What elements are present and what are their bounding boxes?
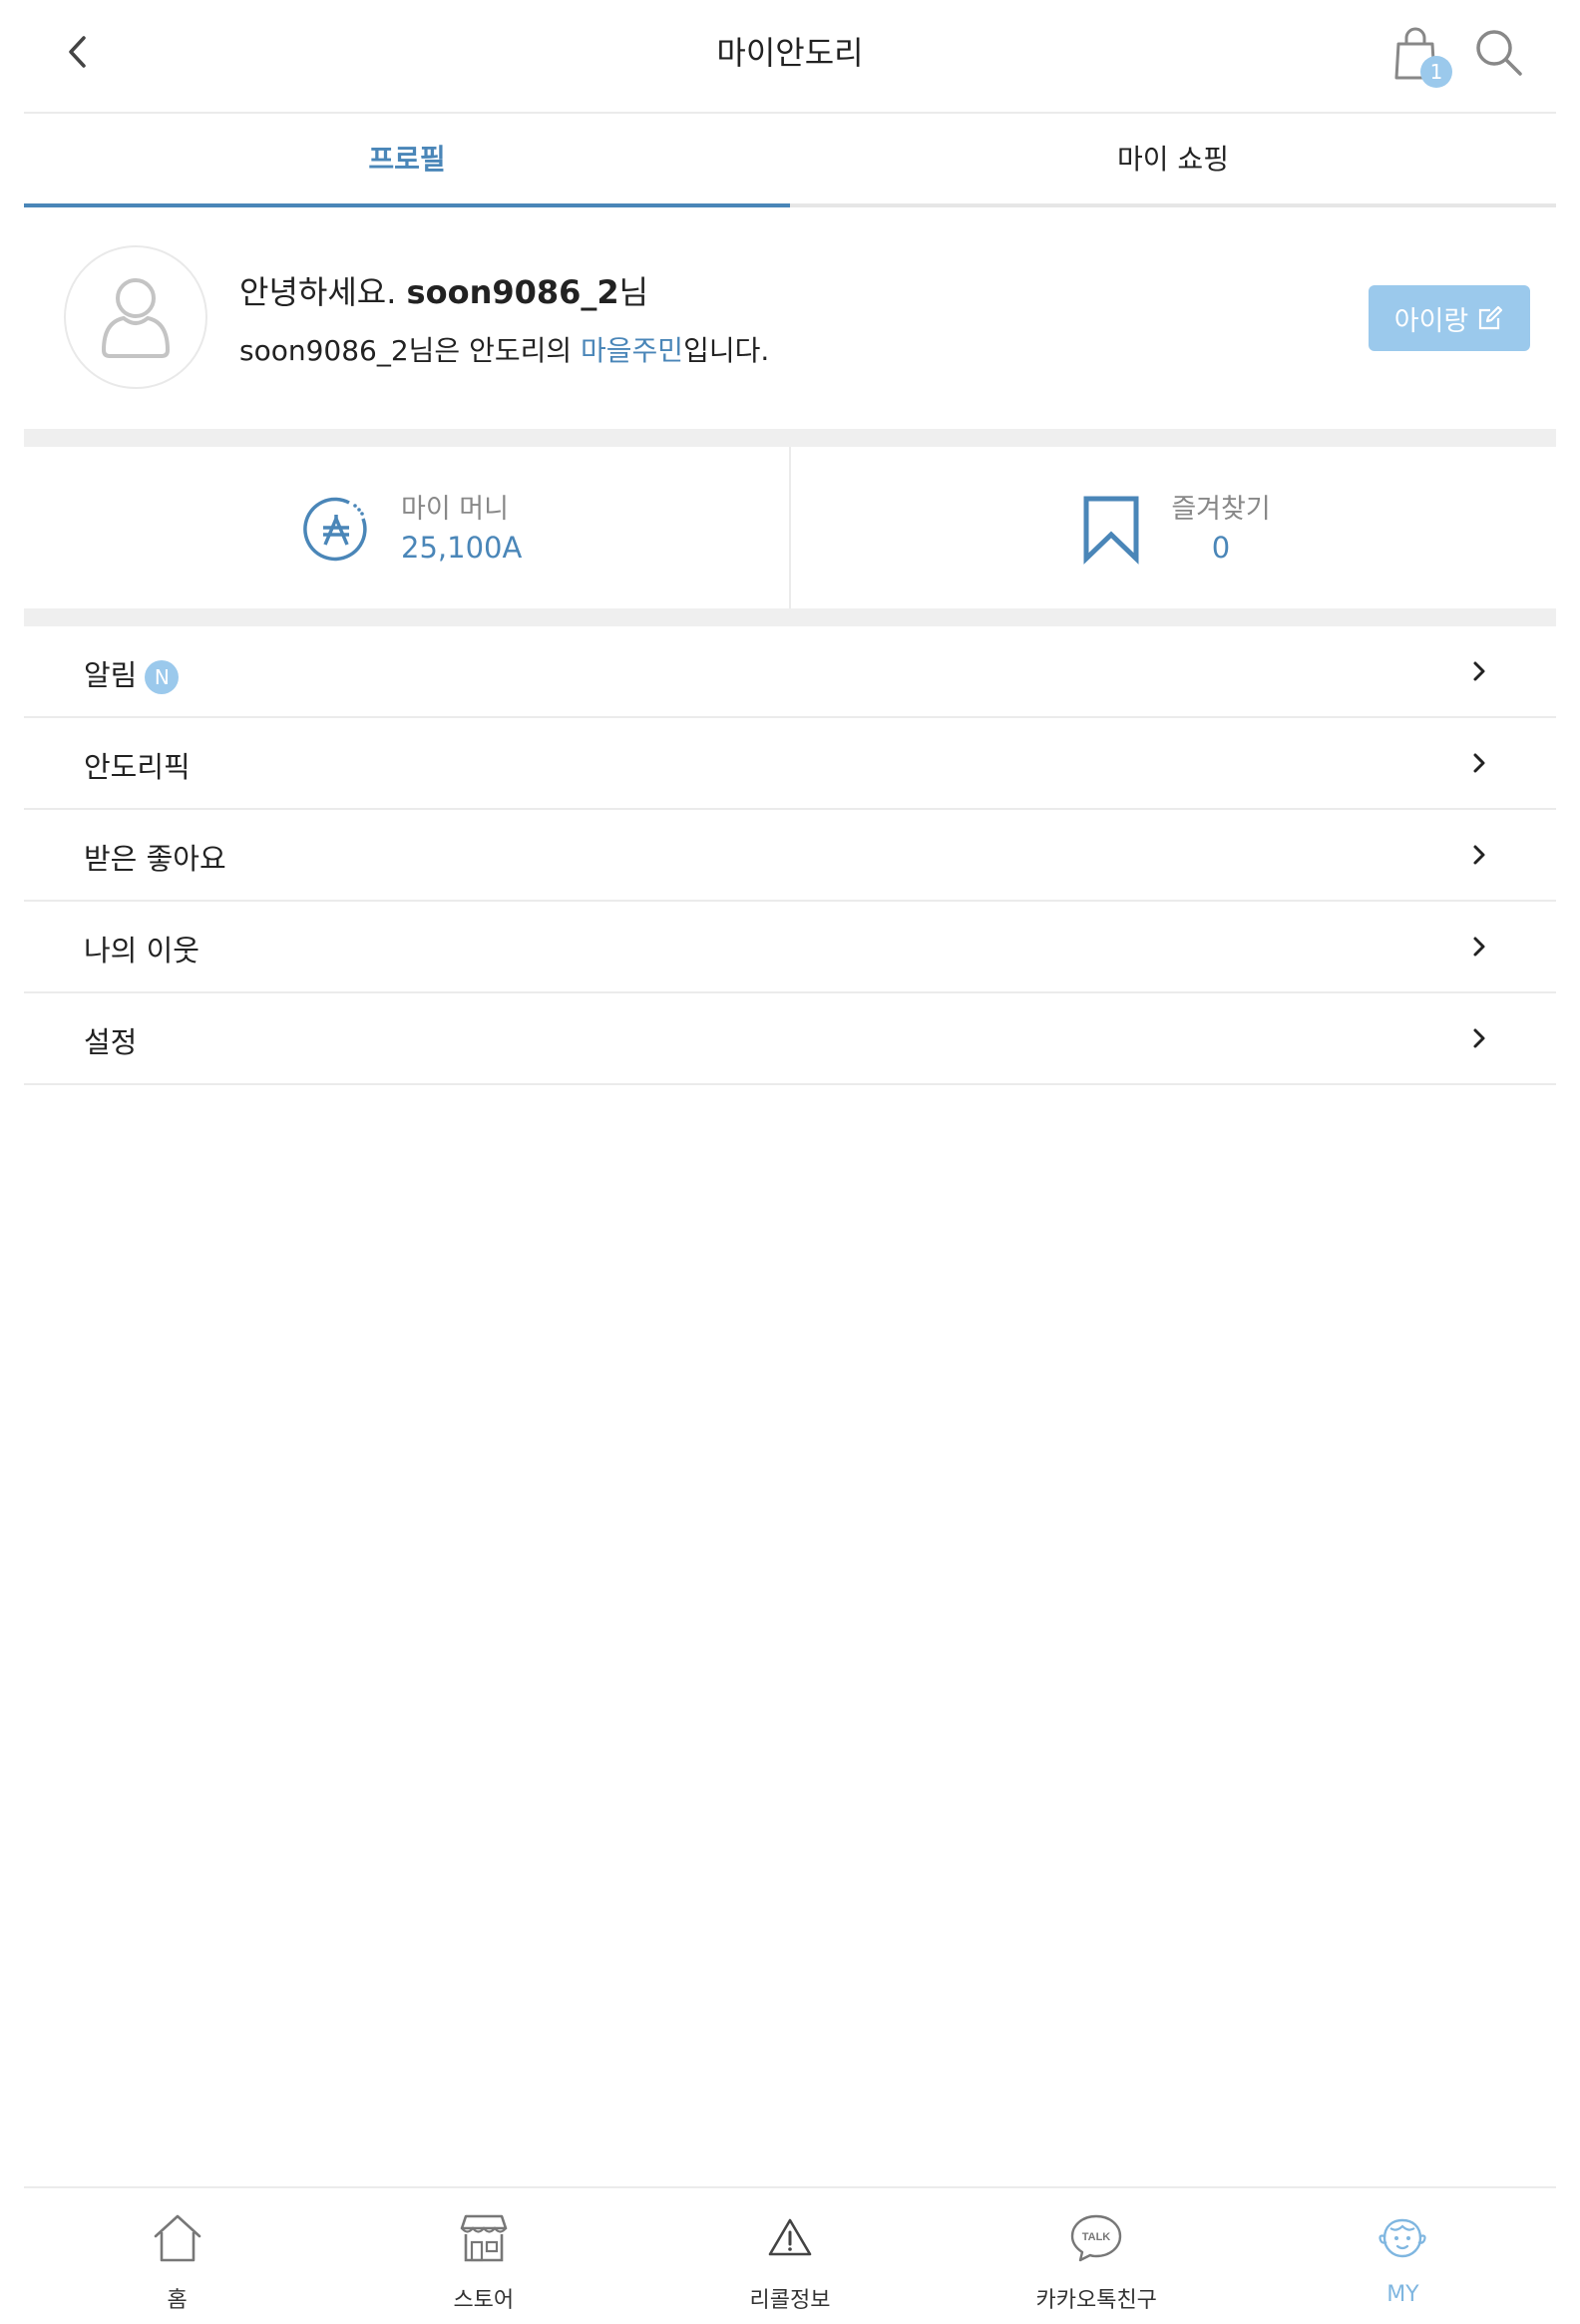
menu-item-received-likes[interactable]: 받은 좋아요 bbox=[24, 810, 1556, 902]
nav-label: 홈 bbox=[167, 2288, 188, 2313]
menu-item-notifications[interactable]: 알림 N bbox=[24, 626, 1556, 718]
menu-item-label: 받은 좋아요 bbox=[84, 842, 226, 876]
nav-home[interactable]: 홈 bbox=[24, 2188, 330, 2324]
store-icon bbox=[460, 2214, 508, 2262]
favorites-label: 즐겨찾기 bbox=[1171, 494, 1271, 525]
top-bar: 마이안도리 1 bbox=[24, 0, 1556, 114]
membership-level: 마을주민 bbox=[581, 334, 684, 367]
menu-item-andori-pick[interactable]: 안도리픽 bbox=[24, 718, 1556, 810]
avatar bbox=[64, 245, 207, 389]
menu-item-label: 나의 이웃 bbox=[84, 934, 199, 968]
menu-item-my-neighbors[interactable]: 나의 이웃 bbox=[24, 902, 1556, 993]
notifications-label: 알림 bbox=[84, 658, 138, 692]
home-icon bbox=[154, 2214, 200, 2262]
section-divider bbox=[24, 608, 1556, 626]
menu-item-settings[interactable]: 설정 bbox=[24, 993, 1556, 1085]
money-value: 25,100A bbox=[401, 531, 523, 565]
app-frame: 마이안도리 1 프로필 마이 쇼핑 안녕하세요. soon9086_2님 soo… bbox=[24, 0, 1556, 2324]
bottom-nav: 홈 스토어 리콜정보 TALK 카카오톡친구 MY bbox=[24, 2186, 1556, 2324]
membership-text: soon9086_2님은 안도리의 마을주민입니다. bbox=[239, 329, 769, 369]
edit-icon bbox=[1479, 305, 1503, 330]
menu-list: 알림 N 안도리픽 받은 좋아요 나의 이웃 설정 bbox=[24, 626, 1556, 1085]
chevron-right-icon bbox=[1473, 1028, 1485, 1048]
nav-label: 카카오톡친구 bbox=[1035, 2288, 1157, 2313]
menu-item-label: 설정 bbox=[84, 1025, 138, 1059]
chevron-right-icon bbox=[1473, 753, 1485, 773]
baby-face-icon bbox=[1379, 2218, 1426, 2258]
membership-prefix: soon9086_2님은 안도리의 bbox=[239, 334, 582, 367]
cart-button[interactable]: 1 bbox=[1390, 26, 1452, 90]
money-coin-icon bbox=[303, 497, 367, 562]
nav-recall-info[interactable]: 리콜정보 bbox=[636, 2188, 943, 2324]
new-badge: N bbox=[145, 660, 180, 694]
bookmark-icon bbox=[1083, 496, 1139, 565]
svg-text:TALK: TALK bbox=[1082, 2231, 1111, 2243]
search-icon bbox=[1476, 30, 1522, 76]
membership-suffix: 입니다. bbox=[683, 334, 770, 367]
tab-bar: 프로필 마이 쇼핑 bbox=[24, 116, 1556, 207]
menu-item-label: 알림 N bbox=[84, 652, 180, 694]
chevron-right-icon bbox=[1473, 937, 1485, 957]
edit-button-label: 아이랑 bbox=[1393, 305, 1469, 337]
favorites-stat[interactable]: 즐겨찾기 0 bbox=[789, 447, 1556, 608]
greeting-prefix: 안녕하세요. bbox=[239, 273, 407, 311]
nav-kakaotalk-friend[interactable]: TALK 카카오톡친구 bbox=[944, 2188, 1250, 2324]
nav-store[interactable]: 스토어 bbox=[330, 2188, 636, 2324]
greeting-suffix: 님 bbox=[618, 273, 649, 311]
nav-my[interactable]: MY bbox=[1250, 2188, 1556, 2324]
menu-item-label: 안도리픽 bbox=[84, 750, 191, 784]
chevron-right-icon bbox=[1473, 661, 1485, 681]
cart-count-badge: 1 bbox=[1420, 56, 1452, 88]
tab-my-shopping[interactable]: 마이 쇼핑 bbox=[790, 116, 1556, 203]
warning-icon bbox=[768, 2218, 812, 2256]
search-button[interactable] bbox=[1472, 26, 1532, 86]
username: soon9086_2 bbox=[406, 273, 619, 311]
nav-label: 리콜정보 bbox=[749, 2288, 831, 2313]
tab-profile[interactable]: 프로필 bbox=[24, 116, 790, 207]
page-title: 마이안도리 bbox=[716, 34, 864, 72]
user-icon bbox=[102, 278, 170, 358]
my-money-stat[interactable]: 마이 머니 25,100A bbox=[24, 447, 789, 608]
kakaotalk-icon: TALK bbox=[1071, 2214, 1122, 2262]
nav-label: 스토어 bbox=[453, 2288, 515, 2313]
money-label: 마이 머니 bbox=[401, 494, 509, 525]
stats-row: 마이 머니 25,100A 즐겨찾기 0 bbox=[24, 447, 1556, 608]
section-divider bbox=[24, 429, 1556, 447]
nav-label: MY bbox=[1386, 2282, 1419, 2307]
edit-child-profile-button[interactable]: 아이랑 bbox=[1369, 285, 1530, 351]
chevron-right-icon bbox=[1473, 845, 1485, 865]
favorites-value: 0 bbox=[1211, 531, 1231, 565]
profile-section: 안녕하세요. soon9086_2님 soon9086_2님은 안도리의 마을주… bbox=[24, 207, 1556, 429]
greeting-text: 안녕하세요. soon9086_2님 bbox=[239, 267, 648, 313]
